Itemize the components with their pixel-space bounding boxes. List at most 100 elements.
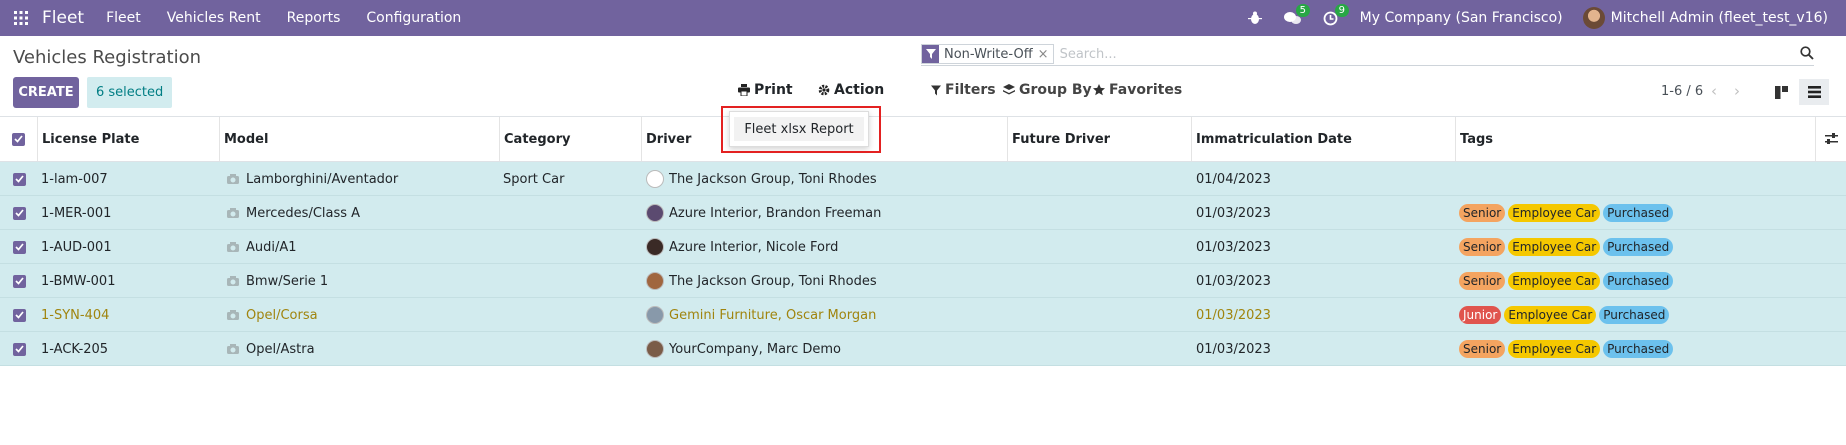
group-by-label: Group By — [1019, 82, 1092, 98]
tag-badge: Employee Car — [1508, 238, 1601, 256]
activities-clock-icon[interactable]: 9 — [1323, 3, 1350, 26]
driver-name: YourCompany, Marc Demo — [669, 341, 842, 357]
tag-badge: Senior — [1459, 204, 1506, 222]
model-cell: Opel/Astra — [226, 332, 315, 366]
table-row[interactable]: 1-MER-001 Mercedes/Class A Azure Interior,… — [0, 196, 1846, 230]
driver-name: Gemini Furniture, Oscar Morgan — [669, 307, 877, 323]
tag-badge: Purchased — [1599, 306, 1670, 324]
debug-bug-icon[interactable] — [1247, 11, 1262, 25]
row-checkbox[interactable] — [13, 172, 26, 186]
menu-reports[interactable]: Reports — [287, 10, 341, 26]
vehicles-table: License Plate Model Category Driver Futu… — [0, 116, 1846, 366]
table-body: 1-lam-007 Lamborghini/Aventador Sport Car T… — [0, 162, 1846, 366]
license-plate-cell: 1-SYN-404 — [41, 307, 110, 323]
messages-count-badge: 5 — [1295, 4, 1311, 17]
column-model[interactable]: Model — [220, 117, 500, 161]
messages-icon[interactable]: 5 — [1283, 4, 1311, 25]
row-checkbox-cell — [13, 230, 26, 264]
row-checkbox[interactable] — [13, 274, 26, 288]
layers-icon — [1003, 84, 1015, 95]
tag-badge: Senior — [1459, 272, 1506, 290]
driver-avatar — [646, 204, 664, 222]
row-checkbox[interactable] — [13, 206, 26, 220]
optional-columns-toggle[interactable] — [1816, 117, 1846, 161]
row-checkbox[interactable] — [13, 240, 26, 254]
car-image-icon — [227, 344, 239, 354]
print-dropdown-menu: Fleet xlsx Report — [729, 111, 869, 147]
column-immatriculation-date[interactable]: Immatriculation Date — [1192, 117, 1456, 161]
model-cell: Lamborghini/Aventador — [226, 162, 398, 196]
table-row[interactable]: 1-BMW-001 Bmw/Serie 1 The Jackson Group, T… — [0, 264, 1846, 298]
pager-value[interactable]: 1-6 / 6 — [1661, 84, 1703, 99]
pager-previous-icon[interactable]: ‹ — [1711, 82, 1717, 100]
tag-badge: Employee Car — [1504, 306, 1597, 324]
action-button[interactable]: Action — [818, 82, 884, 98]
menu-fleet[interactable]: Fleet — [106, 10, 141, 26]
menu-configuration[interactable]: Configuration — [366, 10, 461, 26]
row-checkbox-cell — [13, 196, 26, 230]
model-name: Lamborghini/Aventador — [246, 171, 399, 187]
user-avatar — [1582, 7, 1605, 29]
list-view-icon[interactable] — [1799, 79, 1829, 105]
user-name: Mitchell Admin (fleet_test_v16) — [1610, 10, 1828, 26]
immatriculation-date-cell: 01/04/2023 — [1196, 171, 1271, 187]
action-label: Action — [834, 82, 885, 98]
model-cell: Mercedes/Class A — [226, 196, 360, 230]
table-row[interactable]: 1-lam-007 Lamborghini/Aventador Sport Car T… — [0, 162, 1846, 196]
tag-badge: Purchased — [1603, 204, 1674, 222]
search-facet: Non-Write-Off × — [921, 44, 1054, 64]
row-checkbox[interactable] — [13, 308, 26, 322]
print-button[interactable]: Print — [738, 82, 793, 98]
column-license-plate[interactable]: License Plate — [38, 117, 220, 161]
driver-cell: Gemini Furniture, Oscar Morgan — [646, 298, 876, 332]
column-future-driver[interactable]: Future Driver — [1008, 117, 1192, 161]
driver-avatar — [646, 340, 664, 358]
tag-badge: Purchased — [1603, 272, 1674, 290]
apps-menu-icon[interactable] — [0, 0, 42, 36]
top-navbar: Fleet Fleet Vehicles Rent Reports Config… — [0, 0, 1846, 36]
model-name: Mercedes/Class A — [246, 205, 361, 221]
table-row[interactable]: 1-AUD-001 Audi/A1 Azure Interior, Nicole F… — [0, 230, 1846, 264]
car-image-icon — [227, 276, 239, 286]
immatriculation-date-cell: 01/03/2023 — [1196, 341, 1271, 357]
group-by-button[interactable]: Group By — [1003, 82, 1092, 98]
favorites-button[interactable]: Favorites — [1093, 82, 1182, 98]
driver-cell: The Jackson Group, Toni Rhodes — [646, 264, 877, 298]
driver-name: The Jackson Group, Toni Rhodes — [669, 273, 877, 289]
create-button[interactable]: CREATE — [13, 77, 79, 108]
immatriculation-date-cell: 01/03/2023 — [1196, 205, 1271, 221]
selected-count-badge: 6 selected — [87, 77, 173, 108]
table-row[interactable]: 1-SYN-404 Opel/Corsa Gemini Furniture, Osc… — [0, 298, 1846, 332]
remove-facet-icon[interactable]: × — [1038, 45, 1053, 63]
driver-cell: Azure Interior, Brandon Freeman — [646, 196, 881, 230]
license-plate-cell: 1-MER-001 — [41, 205, 112, 221]
fleet-xlsx-report-item[interactable]: Fleet xlsx Report — [734, 117, 864, 141]
user-menu[interactable]: Mitchell Admin (fleet_test_v16) — [1582, 7, 1828, 29]
table-row[interactable]: 1-ACK-205 Opel/Astra YourCompany, Marc Dem… — [0, 332, 1846, 366]
select-all-checkbox[interactable] — [12, 132, 25, 146]
row-checkbox[interactable] — [13, 342, 26, 356]
search-input[interactable] — [1059, 46, 1660, 62]
menu-vehicles-rent[interactable]: Vehicles Rent — [167, 10, 261, 26]
row-checkbox-cell — [13, 264, 26, 298]
immatriculation-date-cell: 01/03/2023 — [1196, 307, 1271, 323]
tag-badge: Senior — [1459, 340, 1506, 358]
kanban-view-icon[interactable] — [1766, 79, 1796, 105]
company-switcher[interactable]: My Company (San Francisco) — [1360, 10, 1563, 26]
driver-avatar — [646, 272, 664, 290]
filter-icon — [931, 85, 941, 95]
search-icon[interactable] — [1800, 45, 1814, 64]
filters-button[interactable]: Filters — [931, 82, 996, 98]
row-checkbox-cell — [13, 162, 26, 196]
tag-badge: Purchased — [1603, 238, 1674, 256]
column-tags[interactable]: Tags — [1456, 117, 1816, 161]
tags-cell: Senior Employee Car Purchased — [1459, 196, 1676, 230]
column-category[interactable]: Category — [500, 117, 642, 161]
facet-value: Non-Write-Off — [944, 46, 1033, 62]
pager-next-icon[interactable]: › — [1734, 82, 1740, 100]
tag-badge: Purchased — [1603, 340, 1674, 358]
model-name: Opel/Corsa — [246, 307, 318, 323]
driver-name: Azure Interior, Brandon Freeman — [669, 205, 882, 221]
app-brand[interactable]: Fleet — [42, 8, 84, 28]
model-cell: Opel/Corsa — [226, 298, 318, 332]
